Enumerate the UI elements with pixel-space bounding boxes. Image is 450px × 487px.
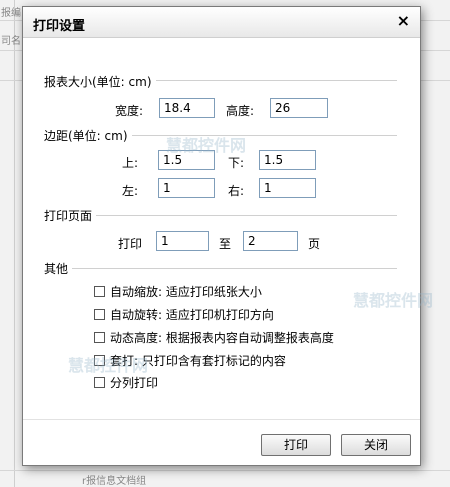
height-label: 高度: — [226, 104, 255, 118]
option-label: 自动旋转: 适应打印机打印方向 — [110, 307, 274, 322]
section-heading-margins: 边距(单位: cm) — [44, 127, 132, 144]
page-to-input[interactable] — [243, 231, 298, 251]
print-range-label: 打印 — [118, 237, 143, 251]
margin-top-label: 上: — [122, 156, 139, 170]
background-grid-line — [14, 0, 15, 487]
close-button[interactable]: 关闭 — [341, 434, 411, 456]
margin-bottom-input[interactable] — [259, 150, 316, 170]
watermark: 慧都控件网 — [68, 356, 149, 375]
checkbox[interactable] — [94, 285, 105, 297]
margin-left-input[interactable] — [158, 178, 215, 198]
print-button[interactable]: 打印 — [261, 434, 331, 456]
background-grid-line — [0, 470, 450, 471]
watermark: 慧都控件网 — [166, 136, 247, 155]
close-icon[interactable]: × — [397, 12, 410, 30]
checkbox[interactable] — [94, 331, 105, 343]
margin-right-label: 右: — [228, 184, 245, 198]
background-text: r报信息文档组 — [82, 476, 147, 487]
section-heading-pages: 打印页面 — [44, 207, 97, 224]
section-divider — [44, 215, 397, 216]
section-heading-other: 其他 — [44, 260, 73, 277]
width-label: 宽度: — [115, 104, 144, 118]
dialog-title: 打印设置 — [33, 19, 86, 34]
margin-left-label: 左: — [122, 184, 139, 198]
checkbox[interactable] — [94, 376, 105, 388]
dialog-titlebar[interactable]: 打印设置 × — [23, 7, 420, 38]
page-unit-label: 页 — [308, 237, 321, 251]
footer-divider — [23, 419, 420, 420]
option-label: 分列打印 — [110, 375, 159, 390]
page-to-label: 至 — [219, 237, 232, 251]
option-label: 自动缩放: 适应打印纸张大小 — [110, 284, 262, 299]
page-from-input[interactable] — [156, 231, 209, 251]
option-column-print[interactable]: 分列打印 — [94, 374, 158, 390]
height-input[interactable] — [270, 98, 328, 118]
background-text: 报编 — [1, 8, 21, 19]
watermark: 慧都控件网 — [353, 291, 434, 310]
margin-bottom-label: 下: — [228, 156, 245, 170]
checkbox[interactable] — [94, 308, 105, 320]
option-dynamic-height[interactable]: 动态高度: 根据报表内容自动调整报表高度 — [94, 329, 334, 345]
section-heading-paper-size: 报表大小(单位: cm) — [44, 73, 156, 90]
margin-right-input[interactable] — [259, 178, 316, 198]
option-label: 动态高度: 根据报表内容自动调整报表高度 — [110, 330, 334, 345]
option-auto-rotate[interactable]: 自动旋转: 适应打印机打印方向 — [94, 306, 274, 322]
print-settings-dialog: 打印设置 × 报表大小(单位: cm) 宽度: 高度: 边距(单位: cm) 上… — [22, 6, 433, 466]
section-divider — [44, 268, 397, 269]
option-auto-scale[interactable]: 自动缩放: 适应打印纸张大小 — [94, 283, 262, 299]
width-input[interactable] — [159, 98, 215, 118]
background-text: 司名 — [1, 36, 21, 47]
